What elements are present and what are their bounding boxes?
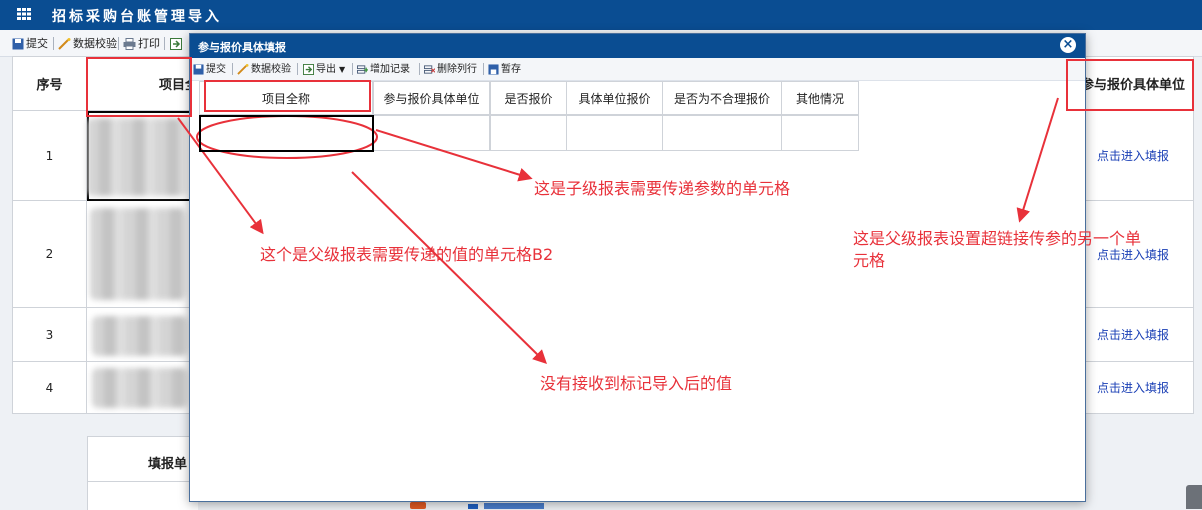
delete-row-icon bbox=[424, 64, 435, 74]
add-record-button[interactable]: 增加记录 bbox=[357, 62, 410, 78]
row-seq: 1 bbox=[12, 111, 87, 201]
window-title-bar: 招标采购台账管理导入 bbox=[0, 0, 1202, 30]
close-icon[interactable]: × bbox=[1060, 37, 1076, 53]
row-seq: 2 bbox=[12, 201, 87, 308]
header-quote-unit: 参与报价具体单位 bbox=[1072, 56, 1194, 111]
blurred-text bbox=[92, 368, 188, 408]
fill-in-link[interactable]: 点击进入填报 bbox=[1072, 111, 1194, 201]
annotation-hyperlink-cell: 这是父级报表设置超链接传参的另一个单 元格 bbox=[853, 229, 1142, 270]
submit-button[interactable]: 提交 bbox=[12, 36, 48, 52]
header-seq: 序号 bbox=[12, 56, 87, 111]
header-is-quoted: 是否报价 bbox=[490, 81, 567, 115]
is-quoted-cell[interactable] bbox=[490, 115, 567, 151]
row-seq: 4 bbox=[12, 362, 87, 414]
disk-icon bbox=[488, 63, 499, 75]
grid-icon bbox=[17, 8, 31, 20]
fill-in-link[interactable]: 点击进入填报 bbox=[1072, 308, 1194, 362]
dialog-validate-button[interactable]: 数据校验 bbox=[237, 62, 291, 78]
dialog-title-bar: 参与报价具体填报 × bbox=[190, 34, 1085, 58]
fill-in-link[interactable]: 点击进入填报 bbox=[1072, 362, 1194, 414]
blurred-text bbox=[92, 316, 188, 356]
import-button[interactable] bbox=[170, 36, 184, 52]
quote-unit-cell[interactable] bbox=[373, 115, 490, 151]
header-project-name: 项目全 bbox=[87, 56, 198, 111]
dialog-title: 参与报价具体填报 bbox=[198, 41, 286, 54]
save-icon bbox=[12, 38, 24, 50]
wand-icon bbox=[237, 63, 249, 75]
header-other: 其他情况 bbox=[781, 81, 859, 115]
window-title: 招标采购台账管理导入 bbox=[52, 9, 222, 25]
add-row-icon bbox=[357, 64, 368, 74]
other-cell[interactable] bbox=[781, 115, 859, 151]
header-unit-quote: 具体单位报价 bbox=[566, 81, 663, 115]
chevron-down-icon: ▼ bbox=[339, 65, 346, 74]
fill-unit-label: 填报单 bbox=[148, 457, 188, 472]
printer-icon bbox=[123, 38, 136, 50]
validate-button[interactable]: 数据校验 bbox=[58, 36, 117, 52]
row-seq: 3 bbox=[12, 308, 87, 362]
scroll-thumb[interactable] bbox=[1186, 485, 1202, 509]
project-full-name-input-cell[interactable] bbox=[199, 115, 374, 152]
fill-unit-section: 填报单 bbox=[87, 436, 198, 510]
header-project-full-name: 项目全称 bbox=[199, 81, 373, 115]
dialog-toolbar: 提交 数据校验 导出 ▼ 增加记录 删除列行 暂存 bbox=[190, 58, 1085, 81]
blurred-text bbox=[87, 118, 187, 196]
annotation-not-received: 没有接收到标记导入后的值 bbox=[540, 374, 733, 393]
annotation-child-cell: 这是子级报表需要传递参数的单元格 bbox=[534, 179, 791, 198]
export-icon bbox=[303, 63, 314, 75]
blurred-text bbox=[90, 208, 186, 300]
header-unreasonable-quote: 是否为不合理报价 bbox=[662, 81, 782, 115]
dialog-submit-button[interactable]: 提交 bbox=[193, 62, 226, 78]
wand-icon bbox=[58, 38, 71, 50]
dialog-export-button[interactable]: 导出 ▼ bbox=[303, 62, 345, 78]
unit-quote-cell[interactable] bbox=[566, 115, 663, 151]
save-draft-button[interactable]: 暂存 bbox=[488, 62, 521, 78]
unreasonable-quote-cell[interactable] bbox=[662, 115, 782, 151]
import-icon bbox=[170, 38, 182, 50]
print-button[interactable]: 打印 bbox=[123, 36, 160, 52]
header-quote-unit: 参与报价具体单位 bbox=[373, 81, 490, 115]
delete-row-button[interactable]: 删除列行 bbox=[424, 62, 477, 78]
annotation-parent-cell-b2: 这个是父级报表需要传递的值的单元格B2 bbox=[260, 245, 554, 264]
save-icon bbox=[193, 63, 204, 75]
